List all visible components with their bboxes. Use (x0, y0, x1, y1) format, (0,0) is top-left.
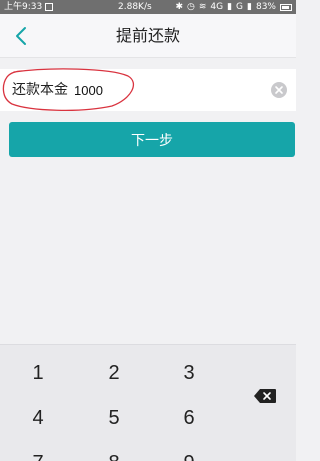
nav-bar: 提前还款 (0, 14, 296, 58)
signal-icon: ▮ (227, 2, 233, 12)
key-3[interactable]: 3 (154, 353, 224, 393)
status-time: 上午9:33 (4, 2, 43, 12)
wifi-icon: ≋ (198, 2, 207, 12)
numeric-keypad: 1 2 3 4 5 6 7 8 9 (0, 344, 296, 461)
key-2[interactable]: 2 (79, 353, 149, 393)
battery-icon (280, 3, 292, 11)
signal-icon-2: ▮ (247, 2, 252, 12)
status-battery-percent: 83% (255, 2, 276, 12)
chevron-left-icon (16, 27, 26, 45)
clear-input-button[interactable] (271, 82, 287, 98)
page-title: 提前还款 (115, 26, 180, 45)
next-step-button[interactable]: 下一步 (9, 122, 295, 157)
key-8[interactable]: 8 (79, 443, 149, 461)
backspace-button[interactable] (245, 381, 285, 411)
status-network-label: 4G (210, 2, 224, 12)
back-button[interactable] (6, 20, 38, 52)
key-1[interactable]: 1 (3, 353, 73, 393)
backspace-icon (254, 389, 276, 403)
repayment-principal-input[interactable] (74, 78, 254, 102)
clear-circle-icon (275, 86, 283, 94)
key-6[interactable]: 6 (154, 398, 224, 438)
key-4[interactable]: 4 (3, 398, 73, 438)
status-bar: 上午9:33 2.88K/s ✱ ◷ ≋ 4G ▮ G ▮ 83% (0, 0, 296, 14)
key-9[interactable]: 9 (154, 443, 224, 461)
notification-icon (45, 3, 54, 11)
status-second-network-label: G (236, 2, 244, 12)
repayment-principal-label: 还款本金 (12, 82, 68, 98)
bluetooth-icon: ✱ (175, 2, 183, 12)
status-net-speed: 2.88K/s (118, 2, 152, 12)
key-7[interactable]: 7 (3, 443, 73, 461)
alarm-icon: ◷ (186, 2, 195, 12)
repayment-principal-row: 还款本金 (0, 69, 296, 111)
key-5[interactable]: 5 (79, 398, 149, 438)
